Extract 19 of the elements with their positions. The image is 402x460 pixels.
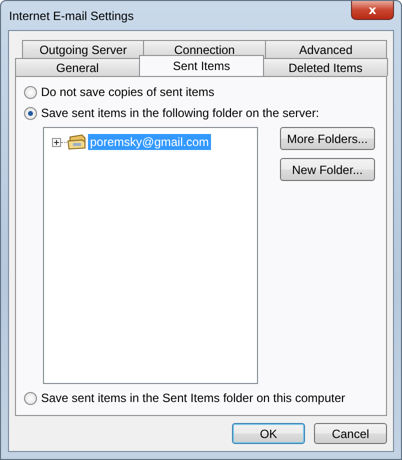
tab[interactable]: Sent Items bbox=[139, 55, 264, 76]
expand-icon[interactable] bbox=[52, 138, 61, 146]
radio-label: Save sent items in the following folder on the server: bbox=[41, 106, 320, 120]
dialog-button[interactable]: OK bbox=[232, 423, 305, 444]
radio-button[interactable] bbox=[24, 86, 37, 98]
dialog-button[interactable]: Cancel bbox=[314, 423, 387, 444]
close-button[interactable]: x bbox=[351, 1, 394, 20]
folder-button[interactable]: New Folder... bbox=[280, 158, 375, 181]
radio-label: Do not save copies of sent items bbox=[41, 85, 214, 99]
radio-button[interactable] bbox=[24, 392, 37, 404]
tab[interactable]: General bbox=[15, 58, 140, 76]
window-title: Internet E-mail Settings bbox=[8, 8, 134, 22]
mailbox-folder-icon bbox=[67, 134, 87, 150]
tab[interactable]: Deleted Items bbox=[263, 58, 388, 76]
folder-button[interactable]: More Folders... bbox=[280, 127, 375, 150]
radio-button[interactable] bbox=[24, 106, 37, 120]
radio-label: Save sent items in the Sent Items folder on this computer bbox=[41, 391, 346, 405]
tab[interactable]: Outgoing Server bbox=[22, 40, 144, 58]
tab[interactable]: Advanced bbox=[264, 40, 387, 58]
